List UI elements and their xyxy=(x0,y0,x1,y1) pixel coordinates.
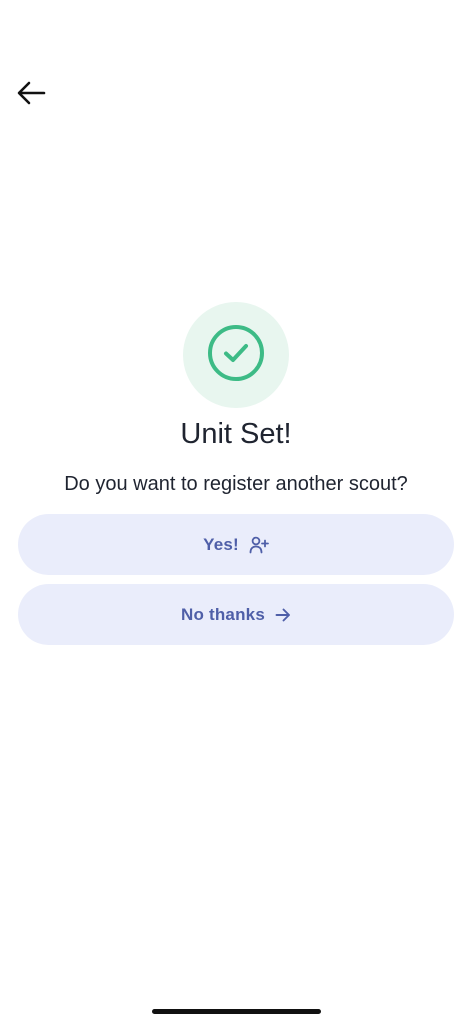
page-title: Unit Set! xyxy=(180,418,292,450)
no-thanks-button[interactable]: No thanks xyxy=(18,584,454,645)
add-user-icon xyxy=(249,536,269,554)
home-indicator xyxy=(152,1009,321,1014)
success-badge xyxy=(183,302,289,408)
yes-button[interactable]: Yes! xyxy=(18,514,454,575)
back-button[interactable] xyxy=(12,78,50,112)
no-thanks-button-label: No thanks xyxy=(181,604,265,624)
yes-button-label: Yes! xyxy=(203,534,239,554)
register-question: Do you want to register another scout? xyxy=(64,473,408,495)
arrow-left-icon xyxy=(16,81,46,110)
arrow-right-icon xyxy=(275,608,291,622)
check-circle-icon xyxy=(207,324,265,387)
